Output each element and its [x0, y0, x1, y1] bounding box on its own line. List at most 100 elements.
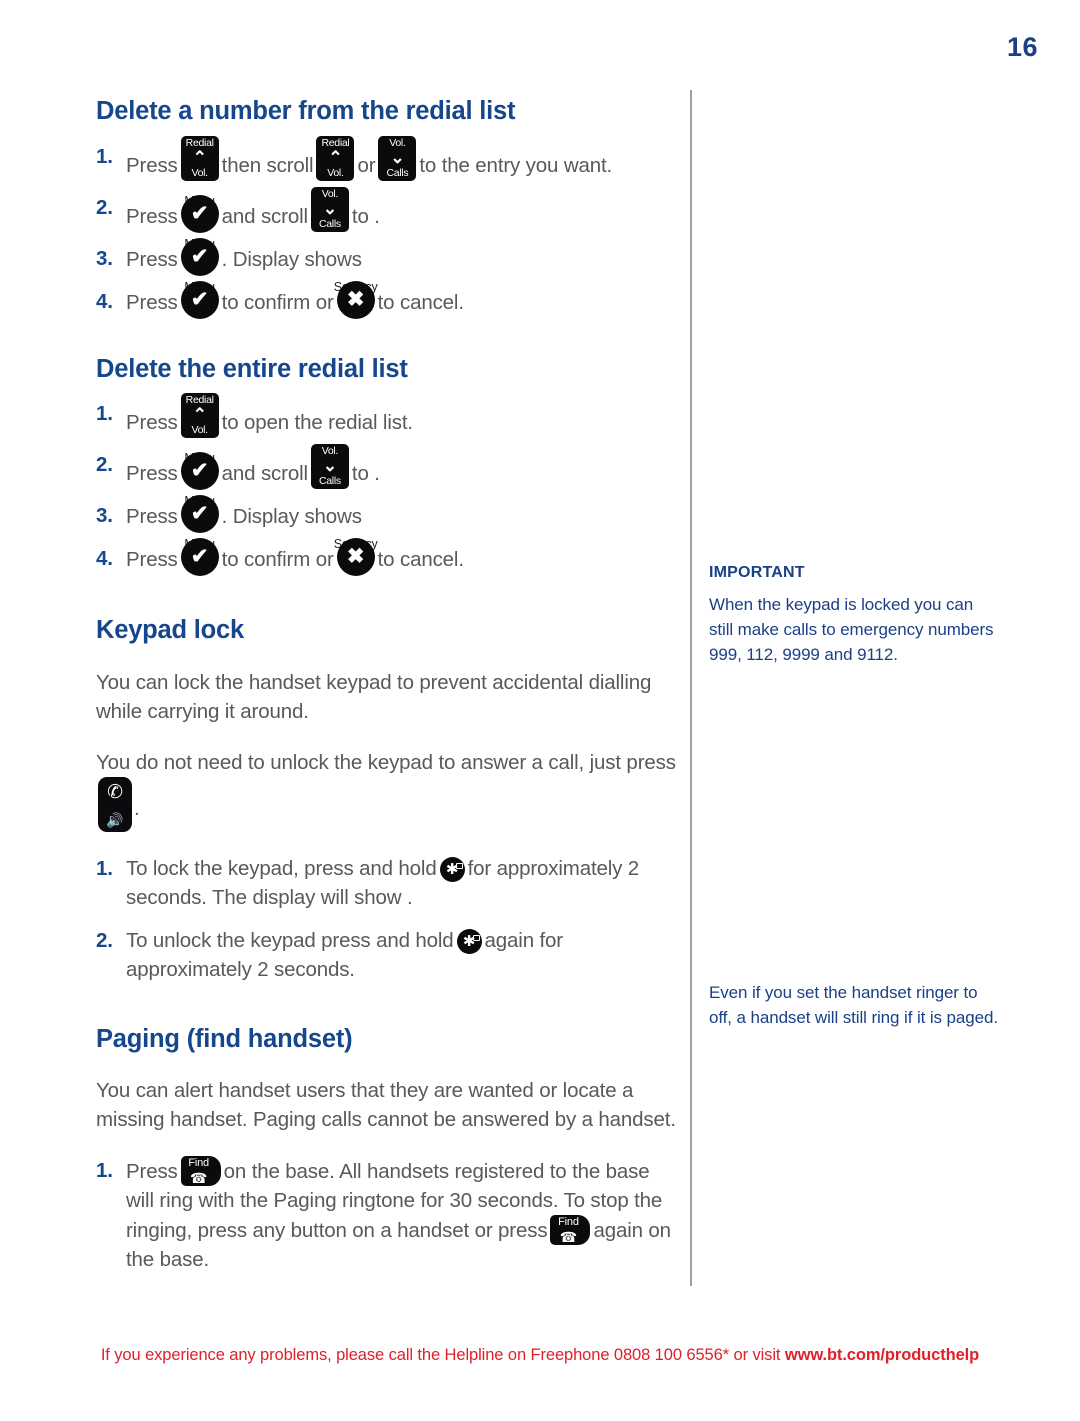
step-item: 1. Press Find ☎ on the base. All handsets re… — [96, 1156, 676, 1274]
step-text: and scroll — [221, 204, 308, 228]
phone-down-icon: ☎ — [190, 1170, 208, 1187]
key-redial-vol-up[interactable]: Redial ⌃ Vol. — [313, 135, 357, 187]
chevron-down-icon: ⌄ — [322, 198, 337, 218]
step-number: 1. — [96, 1159, 113, 1183]
step-number: 2. — [96, 453, 113, 477]
main-content-column: Delete a number from the redial list 1. P… — [96, 96, 676, 1288]
step-text: To unlock the keypad press and hold — [126, 928, 454, 952]
step-text: Press — [126, 1160, 178, 1184]
steps-keypad-lock: 1. To lock the keypad, press and hold ✱ for… — [96, 854, 676, 984]
step-text: Press — [126, 505, 178, 529]
key-answer-handsfree[interactable]: ✆ 🔊 — [98, 776, 132, 832]
step-text: Press — [126, 247, 178, 271]
key-secrecy-cancel[interactable]: Secrecy✖ — [334, 537, 378, 581]
section-title-delete-number-redial: Delete a number from the redial list — [96, 97, 516, 125]
step-number: 2. — [96, 195, 113, 219]
key-star-keypad-lock[interactable]: ✱ — [439, 856, 465, 882]
step-number: 1. — [96, 402, 113, 426]
step-number: 3. — [96, 504, 113, 528]
phone-down-icon: ☎ — [559, 1229, 578, 1246]
keycap-bottom-label: Vol. — [191, 166, 208, 179]
key-vol-down-calls[interactable]: Vol. ⌄ Calls — [308, 186, 352, 238]
section-title-paging: Paging (find handset) — [96, 1024, 353, 1053]
step-number: 3. — [96, 246, 113, 270]
steps-paging: 1. Press Find ☎ on the base. All handsets re… — [96, 1156, 676, 1274]
keycap-bottom-label: Calls — [318, 475, 341, 488]
speaker-icon: 🔊 — [106, 811, 124, 828]
step-number: 4. — [96, 289, 113, 313]
step-text: Press — [126, 204, 178, 228]
step-text: then scroll — [221, 153, 314, 177]
step-item: 4. PressMenu✔to confirm orSecrecy✖to canc… — [96, 537, 676, 581]
checkmark-icon: ✔ — [190, 287, 209, 311]
section-title-delete-entire-redial: Delete the entire redial list — [96, 354, 408, 383]
paging-paragraph-1: You can alert handset users that they ar… — [96, 1079, 676, 1132]
lock-icon — [455, 862, 463, 869]
step-text: to confirm or — [221, 290, 334, 314]
step-item: 3.PressMenu✔. Display shows — [96, 494, 676, 538]
page-number: 16 — [1006, 32, 1038, 62]
step-text: Press — [126, 462, 178, 486]
key-menu-ok[interactable]: Menu✔ — [178, 537, 222, 581]
close-icon: ✖ — [346, 287, 365, 311]
step-text: and scroll — [221, 462, 308, 486]
sidebar-ringer-note: Even if you set the handset ringer to of… — [709, 980, 999, 1030]
footer-text: If you experience any problems, please c… — [100, 1346, 785, 1364]
asterisk-icon: ✱ — [445, 860, 459, 878]
keycap-bottom-label: Calls — [386, 166, 409, 179]
step-item: 2.PressMenu✔and scrollVol.⌄Callsto . — [96, 444, 676, 495]
step-text: to confirm or — [221, 548, 334, 572]
step-text: to open the redial list. — [221, 411, 413, 435]
step-text: Press — [126, 153, 178, 177]
step-text: or — [357, 153, 376, 177]
key-label-find: Find — [558, 1216, 579, 1229]
checkmark-icon: ✔ — [190, 545, 209, 569]
step-item: 1. Press Redial ⌃ Vol. to open the redial lis… — [96, 393, 676, 444]
step-text: to the entry you want. — [419, 153, 613, 177]
ringer-note-text: Even if you set the handset ringer to of… — [709, 983, 998, 1027]
footer-link[interactable]: www.bt.com/producthelp — [785, 1346, 979, 1364]
asterisk-icon: ✱ — [462, 932, 476, 950]
keycap-top-label: Vol. — [389, 136, 406, 149]
key-star-keypad-lock[interactable]: ✱ — [456, 928, 482, 954]
step-text: to cancel. — [377, 290, 464, 314]
key-find-handset[interactable]: Find ☎ — [180, 1156, 221, 1187]
step-item: 2.PressMenu✔and scrollVol.⌄Callsto . — [96, 186, 676, 238]
step-number: 1. — [96, 144, 113, 168]
keycap-top-label: Redial — [185, 136, 214, 149]
step-text: Press — [126, 548, 178, 572]
key-secrecy-cancel[interactable]: Secrecy✖ — [334, 280, 378, 324]
keypad-lock-paragraph-1: You can lock the handset keypad to preve… — [96, 670, 652, 723]
step-text: to . — [351, 204, 380, 228]
step-text: Press — [126, 411, 178, 435]
step-number: 2. — [96, 928, 113, 952]
sidebar-important-note: IMPORTANT When the keypad is locked you … — [709, 560, 999, 667]
keypad-lock-paragraph-2: You do not need to unlock the keypad to … — [96, 748, 676, 832]
step-number: 4. — [96, 547, 113, 571]
close-icon: ✖ — [346, 545, 365, 569]
step-item: 2. To unlock the keypad press and hold ✱ ag… — [96, 926, 676, 984]
steps-delete-entire-redial: 1. Press Redial ⌃ Vol. to open the redial lis… — [96, 393, 676, 581]
chevron-down-icon: ⌄ — [390, 147, 405, 167]
key-vol-down-calls[interactable]: Vol. ⌄ Calls — [308, 444, 352, 495]
step-text: to cancel. — [377, 548, 464, 572]
keycap-bottom-label: Calls — [318, 217, 341, 230]
key-label-find: Find — [188, 1157, 209, 1170]
chevron-down-icon: ⌄ — [322, 456, 337, 476]
column-divider — [690, 90, 692, 1286]
manual-page: 16 Delete a number from the redial list … — [0, 0, 1080, 1421]
section-title-keypad-lock: Keypad lock — [96, 616, 245, 645]
key-vol-down-calls[interactable]: Vol. ⌄ Calls — [375, 135, 419, 187]
chevron-up-icon: ⌃ — [328, 147, 343, 167]
lock-icon — [472, 934, 480, 941]
step-text: To lock the keypad, press and hold — [126, 856, 437, 880]
important-heading: IMPORTANT — [709, 564, 805, 581]
step-item: 1. Press Redial ⌃ Vol. then scroll Redial ⌃ Vol.… — [96, 135, 676, 187]
key-menu-ok[interactable]: Menu✔ — [178, 280, 222, 324]
paragraph-text: You do not need to unlock the keypad to … — [96, 750, 676, 774]
key-find-handset[interactable]: Find ☎ — [550, 1215, 591, 1246]
important-text: When the keypad is locked you can still … — [709, 595, 994, 664]
step-text: Press — [126, 290, 178, 314]
steps-delete-number-redial: 1. Press Redial ⌃ Vol. then scroll Redial ⌃ Vol.… — [96, 135, 676, 324]
phone-handset-icon: ✆ — [107, 781, 123, 803]
